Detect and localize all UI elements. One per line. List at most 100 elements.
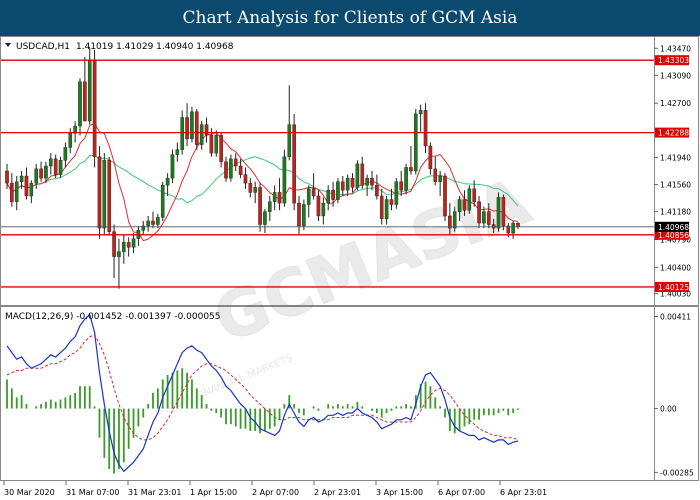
candle [97,146,102,239]
candle [258,183,262,232]
candle [394,178,399,209]
candle-body [287,124,292,157]
price-tick-label: 1.41940 [660,153,691,162]
candle-body [97,156,102,229]
macd-tick-label: 0.00 [660,405,677,414]
time-tick-label: 3 Apr 15:00 [376,488,423,497]
candle [102,153,107,236]
candle-body [39,168,43,179]
candle-body [10,182,14,202]
candle-body [268,201,272,212]
candle [194,108,199,150]
price-tick-label: 1.43090 [660,71,691,80]
price-tick-label: 1.41180 [660,208,691,217]
candle-body [224,161,228,179]
candle-body [229,158,233,179]
candle-body [311,188,316,197]
candle-body [204,124,209,136]
candle [496,192,501,232]
candle-body [214,135,219,154]
candle-body [233,158,238,167]
macd-tick-label: 0.00411 [660,312,691,321]
candle-body [297,202,301,227]
time-tick-label: 31 Mar 23:01 [128,488,181,497]
candle-body [389,199,394,205]
candle-body [146,220,150,227]
candle-body [185,117,189,140]
candle-body [409,167,413,172]
candle-body [199,124,204,145]
candle [282,149,287,207]
candle-body [418,110,423,115]
candle-body [156,217,160,225]
time-tick-label: 2 Apr 07:00 [252,488,299,497]
candle-body [44,165,48,179]
price-tick-label: 1.43470 [660,44,691,53]
candle-body [331,190,335,200]
candle [160,181,165,221]
candle-body [272,192,277,202]
candle [443,173,447,221]
level-label: 1.42288 [658,129,689,138]
candle-body [341,181,345,191]
candle-body [102,160,107,229]
candle-body [248,182,253,193]
candle-body [126,242,131,248]
candle-body [428,145,433,170]
candle-body [370,177,374,186]
candle-body [117,251,121,257]
candle-body [292,124,296,204]
price-tick-label: 1.42700 [660,99,691,108]
candle-body [516,222,520,227]
candle-body [121,242,126,252]
candle-body [160,185,165,218]
candle-body [355,163,360,188]
candle-body [487,211,491,225]
candle-body [326,190,331,204]
candle-body [253,187,258,193]
candle-body [190,111,194,140]
candle-body [433,168,438,182]
candle-body [170,154,175,179]
candle-body [321,202,326,217]
time-tick-label: 6 Apr 23:01 [500,488,547,497]
symbol-label: USDCAD,H1 [16,42,70,52]
page-title: Chart Analysis for Clients of GCM Asia [182,8,518,28]
candle-body [175,149,180,155]
candle-body [219,135,223,162]
candle [501,194,506,231]
candle-body [263,211,267,225]
time-tick-label: 6 Apr 07:00 [438,488,485,497]
candle-body [209,135,214,154]
candle-body [467,188,472,211]
candle-body [282,156,287,204]
candle [467,185,472,214]
candle [423,103,428,154]
candle-body [68,132,73,148]
candle-body [423,110,428,147]
candle-body [151,220,155,225]
candle-body [87,60,92,122]
candle-body [438,175,442,182]
candle-body [379,195,384,220]
candle-body [194,111,199,145]
candle-body [511,222,515,234]
time-tick-label: 2 Apr 23:01 [314,488,361,497]
candle-body [83,81,87,122]
time-tick-label: 1 Apr 15:00 [190,488,237,497]
level-label: 1.43303 [658,56,689,65]
candle-body [243,174,248,184]
candle [107,156,111,236]
candle [336,178,340,204]
candle-body [107,160,111,232]
candle-body [462,199,467,211]
candle-body [345,177,350,191]
chart-area[interactable]: GCMASIA GLOBAL FINANCIAL MARKETS 1.43470… [0,36,700,500]
candle-body [165,177,170,186]
candle [355,160,360,191]
candle-body [258,187,262,225]
candle-body [501,197,506,227]
candle-body [58,160,63,175]
candle [404,163,408,195]
candle-body [472,188,477,202]
